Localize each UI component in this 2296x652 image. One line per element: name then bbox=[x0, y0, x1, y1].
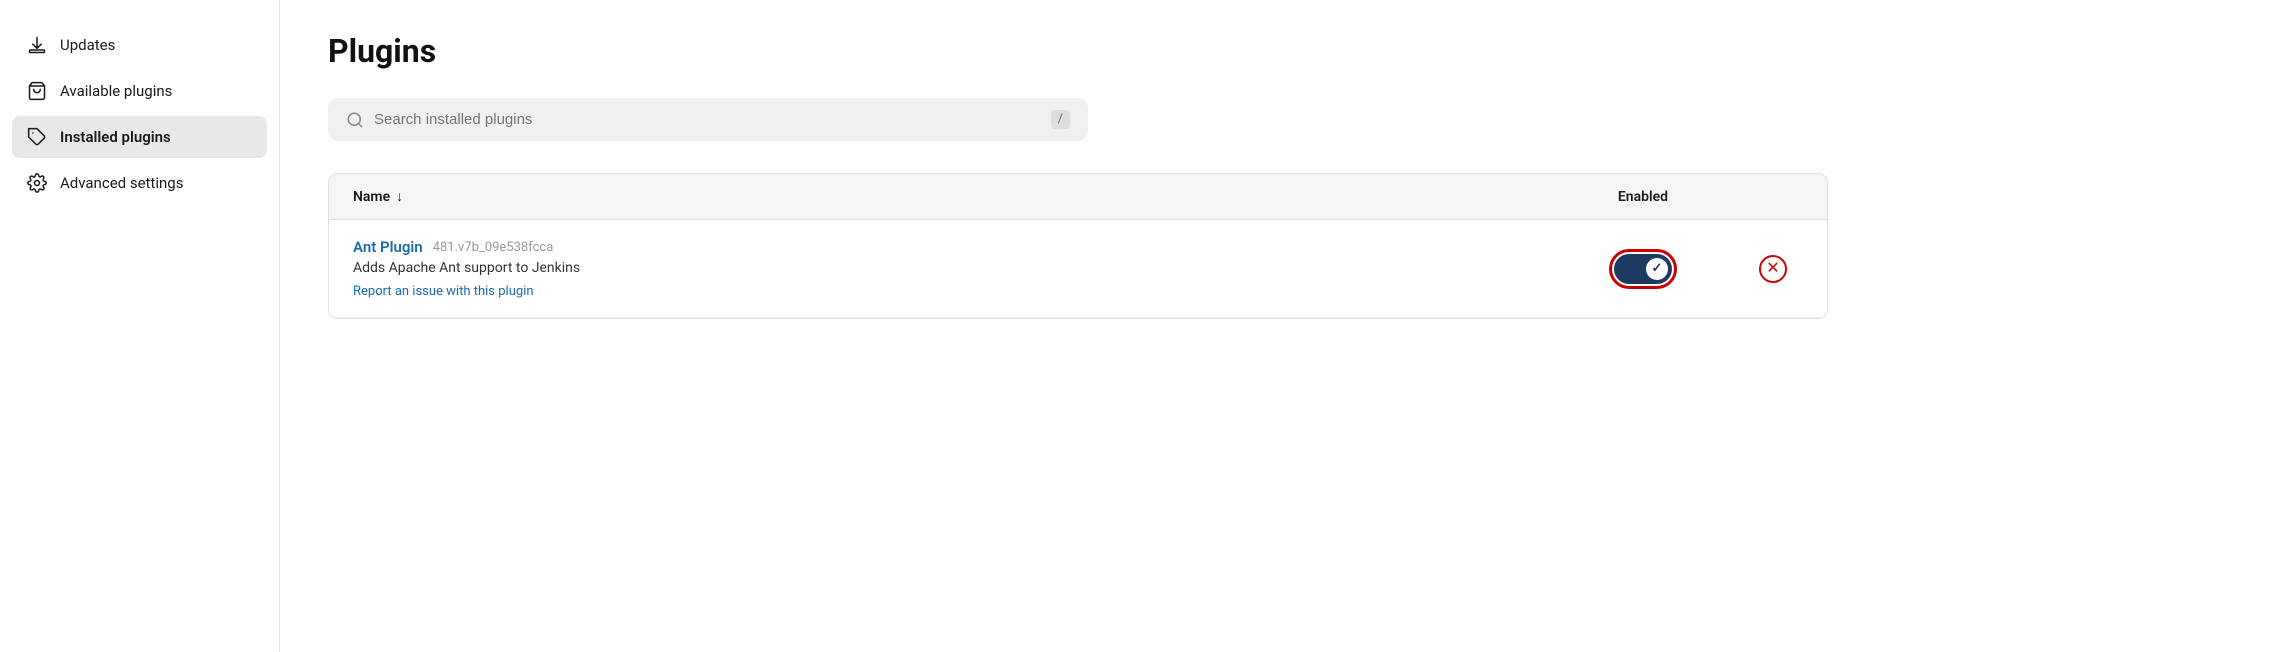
sidebar-item-available-plugins[interactable]: Available plugins bbox=[12, 70, 267, 112]
plugins-table: Name ↓ Enabled Ant Plugin 481.v7b_09e538… bbox=[328, 173, 1828, 319]
sidebar: Updates Available plugins Installed plug… bbox=[0, 0, 280, 652]
page-title: Plugins bbox=[328, 32, 2248, 70]
column-header-name[interactable]: Name ↓ bbox=[353, 188, 1543, 205]
sidebar-item-installed-plugins[interactable]: Installed plugins bbox=[12, 116, 267, 158]
sidebar-item-label-installed: Installed plugins bbox=[60, 128, 171, 146]
search-icon bbox=[346, 111, 364, 129]
bag-icon bbox=[26, 80, 48, 102]
plugin-info: Ant Plugin 481.v7b_09e538fcca Adds Apach… bbox=[353, 238, 1543, 299]
gear-icon bbox=[26, 172, 48, 194]
puzzle-icon bbox=[26, 126, 48, 148]
download-icon bbox=[26, 34, 48, 56]
enabled-toggle[interactable]: ✓ bbox=[1614, 254, 1672, 284]
search-input[interactable] bbox=[374, 111, 1041, 128]
plugin-description: Adds Apache Ant support to Jenkins bbox=[353, 260, 1543, 276]
table-row: Ant Plugin 481.v7b_09e538fcca Adds Apach… bbox=[329, 220, 1827, 318]
sidebar-item-label-advanced: Advanced settings bbox=[60, 174, 183, 192]
check-icon: ✓ bbox=[1652, 261, 1663, 276]
table-header: Name ↓ Enabled bbox=[329, 174, 1827, 220]
column-header-enabled: Enabled bbox=[1543, 189, 1743, 205]
plugin-report-link[interactable]: Report an issue with this plugin bbox=[353, 284, 534, 299]
delete-button[interactable]: ✕ bbox=[1759, 255, 1787, 283]
plugin-version: 481.v7b_09e538fcca bbox=[433, 240, 554, 255]
toggle-cell: ✓ bbox=[1543, 249, 1743, 289]
search-bar: / bbox=[328, 98, 1088, 141]
main-content: Plugins / Name ↓ Enabled Ant Plugin 481.… bbox=[280, 0, 2296, 652]
sidebar-item-label-updates: Updates bbox=[60, 36, 115, 54]
sidebar-item-updates[interactable]: Updates bbox=[12, 24, 267, 66]
sidebar-item-label-available: Available plugins bbox=[60, 82, 172, 100]
action-cell: ✕ bbox=[1743, 255, 1803, 283]
search-shortcut: / bbox=[1051, 110, 1070, 129]
plugin-title-row: Ant Plugin 481.v7b_09e538fcca bbox=[353, 238, 1543, 256]
sidebar-item-advanced-settings[interactable]: Advanced settings bbox=[12, 162, 267, 204]
plugin-name[interactable]: Ant Plugin bbox=[353, 238, 423, 256]
toggle-highlight: ✓ bbox=[1609, 249, 1677, 289]
toggle-knob: ✓ bbox=[1646, 258, 1668, 280]
